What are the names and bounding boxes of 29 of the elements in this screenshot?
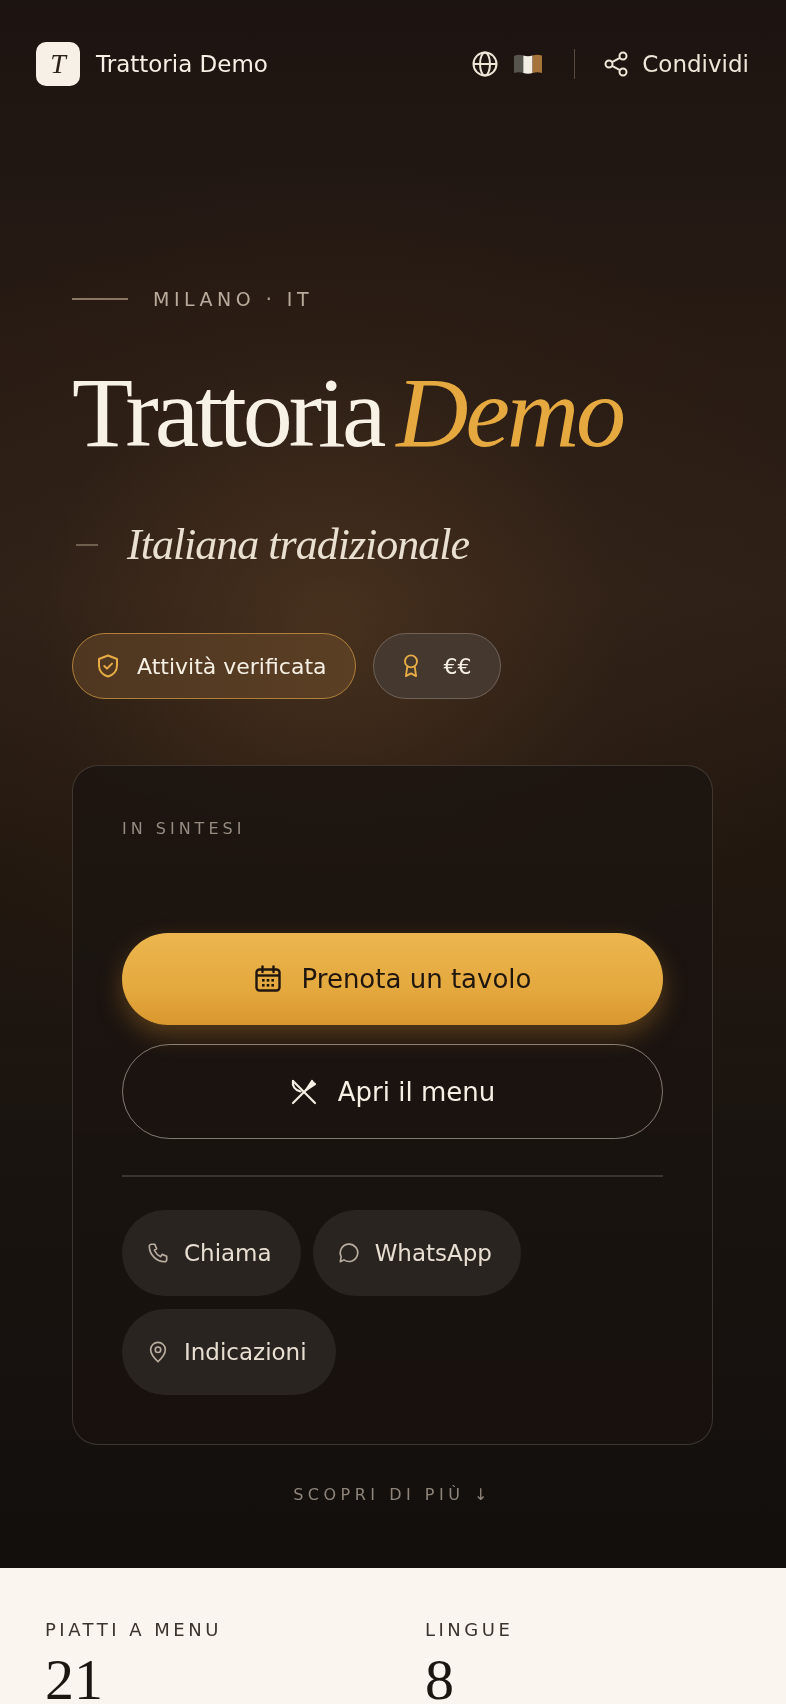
- directions-button[interactable]: Indicazioni: [122, 1308, 336, 1395]
- stat-label: PIATTI A MENU: [45, 1620, 222, 1640]
- hero-title-accent: Demo: [396, 357, 624, 468]
- phone-icon: [147, 1241, 169, 1264]
- share-button[interactable]: Condividi: [603, 51, 749, 77]
- chat-bubble-icon: [337, 1241, 360, 1264]
- stat-value: 8: [425, 1659, 454, 1701]
- hero-title: Trattoria: [72, 357, 383, 468]
- stat-label: LINGUE: [425, 1620, 514, 1640]
- price-badge: €€: [372, 633, 501, 699]
- location-label: MILANO · IT: [153, 288, 313, 310]
- language-button[interactable]: [472, 51, 543, 77]
- calendar-icon: [253, 965, 282, 993]
- restaurant-name: Trattoria Demo: [96, 51, 268, 77]
- globe-icon: [472, 51, 499, 77]
- cuisine-subtitle: Italiana tradizionale: [127, 519, 469, 571]
- crossed-cutlery-icon: [289, 1077, 318, 1106]
- summary-heading: IN SINTESI: [122, 819, 246, 839]
- flag-icon: [514, 54, 543, 74]
- logo-tile[interactable]: T: [36, 42, 80, 86]
- shield-check-icon: [97, 654, 119, 678]
- reserve-button[interactable]: Prenota un tavolo: [122, 933, 663, 1025]
- share-icon: [603, 51, 630, 77]
- stat-value: 21: [45, 1659, 103, 1701]
- discover-more-link[interactable]: SCOPRI DI PIÙ ↓: [293, 1484, 492, 1505]
- map-pin-icon: [147, 1340, 169, 1363]
- verified-badge: Attività verificata: [72, 633, 356, 699]
- call-button[interactable]: Chiama: [122, 1209, 301, 1296]
- whatsapp-button[interactable]: WhatsApp: [312, 1209, 521, 1296]
